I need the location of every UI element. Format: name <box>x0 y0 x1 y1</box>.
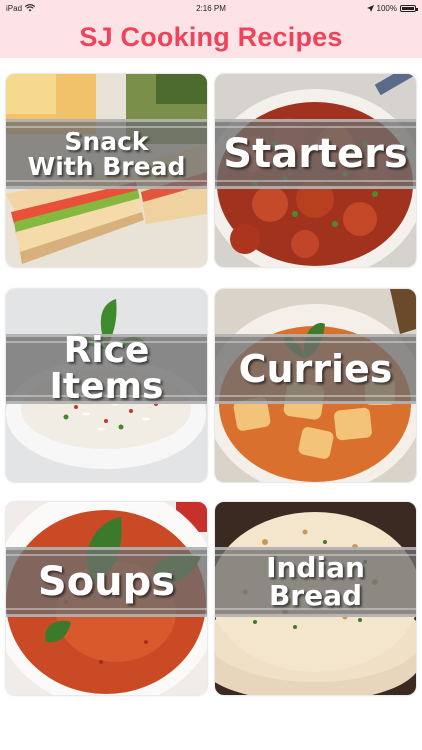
app-title: SJ Cooking Recipes <box>79 21 343 52</box>
app-header: SJ Cooking Recipes <box>0 16 422 58</box>
category-tile-starters[interactable]: Starters <box>215 74 416 267</box>
category-label: Indian Bread <box>266 551 365 612</box>
battery-icon <box>400 4 418 12</box>
device-name: iPad <box>6 3 23 13</box>
wifi-icon <box>25 4 36 12</box>
category-tile-rice-items[interactable]: Rice Items <box>6 289 207 482</box>
location-arrow-icon <box>366 4 374 12</box>
status-time: 2:16 PM <box>196 3 226 13</box>
category-label: Snack With Bread <box>27 127 186 181</box>
status-left: iPad <box>6 3 36 13</box>
category-label: Soups <box>37 559 176 605</box>
category-label: Rice Items <box>49 330 164 407</box>
category-label: Starters <box>223 131 408 177</box>
category-tile-indian-bread[interactable]: Indian Bread <box>215 502 416 695</box>
battery-percent: 100% <box>376 3 397 13</box>
status-right: 100% <box>366 3 418 13</box>
category-tile-soups[interactable]: Soups <box>6 502 207 695</box>
category-grid: Snack With Bread Starters Rice Items Cur… <box>0 58 422 750</box>
status-bar: iPad 2:16 PM 100% <box>0 0 422 16</box>
category-label: Curries <box>238 347 393 391</box>
category-tile-curries[interactable]: Curries <box>215 289 416 482</box>
category-tile-snack-with-bread[interactable]: Snack With Bread <box>6 74 207 267</box>
